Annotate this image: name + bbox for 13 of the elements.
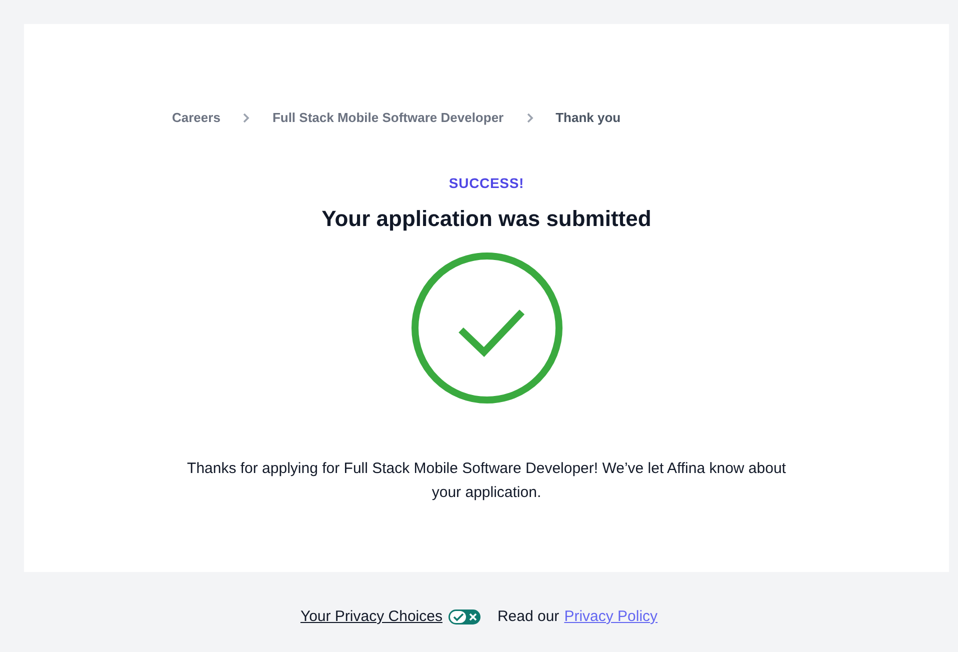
chevron-icon bbox=[526, 112, 534, 124]
breadcrumb-link[interactable]: Full Stack Mobile Software Developer bbox=[272, 108, 504, 128]
breadcrumb-link[interactable]: Thank you bbox=[556, 108, 621, 128]
privacy-policy-link[interactable]: Privacy Policy bbox=[564, 606, 658, 628]
privacy-choices-link[interactable]: Your Privacy Choices bbox=[300, 606, 442, 628]
chevron-icon bbox=[242, 112, 250, 124]
success-label: SUCCESS! bbox=[448, 174, 524, 192]
page-heading: Your application was submitted bbox=[322, 204, 652, 233]
footer-text: Read our bbox=[497, 607, 560, 627]
confirmation-message: Thanks for applying for Full Stack Mobile Software Developer! We’ve let Affina know about your application. bbox=[186, 458, 786, 502]
check-circle-icon bbox=[410, 250, 564, 404]
breadcrumb-link[interactable]: Careers bbox=[172, 108, 220, 128]
privacy-toggle-icon bbox=[448, 609, 482, 626]
